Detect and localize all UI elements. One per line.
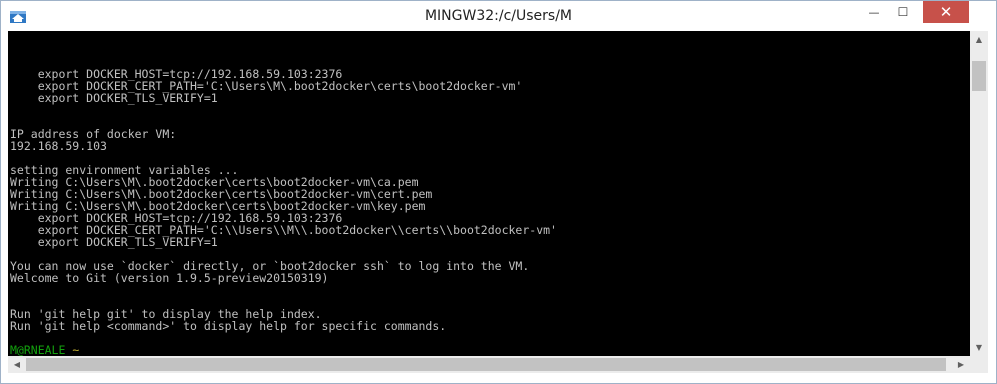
horizontal-scroll-thumb[interactable] xyxy=(26,358,946,371)
maximize-button[interactable]: ☐ xyxy=(889,1,917,23)
scroll-right-icon[interactable]: ▶ xyxy=(952,356,970,373)
scroll-down-icon[interactable]: ▼ xyxy=(970,339,988,356)
scrollbar-corner xyxy=(970,356,988,373)
terminal-output[interactable]: export DOCKER_HOST=tcp://192.168.59.103:… xyxy=(8,31,970,356)
minimize-button[interactable]: — xyxy=(859,1,889,23)
scroll-up-icon[interactable]: ▲ xyxy=(970,31,988,48)
prompt-user: M@RNEALE xyxy=(10,343,66,356)
terminal-line: Run 'git help <command>' to display help… xyxy=(10,319,447,333)
minimize-icon: — xyxy=(868,5,880,19)
vertical-scroll-thumb[interactable] xyxy=(972,61,986,91)
maximize-icon: ☐ xyxy=(897,5,909,19)
terminal-line: 192.168.59.103 xyxy=(10,139,107,153)
terminal-line: export DOCKER_TLS_VERIFY=1 xyxy=(10,235,218,249)
terminal-line: export DOCKER_TLS_VERIFY=1 xyxy=(10,91,218,105)
prompt-line: M@RNEALE ~ xyxy=(10,344,557,356)
vertical-scrollbar[interactable]: ▲ ▼ xyxy=(970,31,988,356)
terminal-line: Welcome to Git (version 1.9.5-preview201… xyxy=(10,271,329,285)
horizontal-scrollbar[interactable]: ◀ ▶ xyxy=(8,356,970,373)
terminal-lines: export DOCKER_HOST=tcp://192.168.59.103:… xyxy=(10,32,557,356)
terminal-window: MINGW32:/c/Users/M — ☐ ✕ export DOCKER_H… xyxy=(0,0,997,384)
close-icon: ✕ xyxy=(939,3,953,21)
scroll-left-icon[interactable]: ◀ xyxy=(8,356,26,373)
title-bar[interactable]: MINGW32:/c/Users/M — ☐ ✕ xyxy=(1,1,996,31)
close-button[interactable]: ✕ xyxy=(923,1,969,23)
window-title: MINGW32:/c/Users/M xyxy=(424,8,573,24)
prompt-path: ~ xyxy=(72,343,80,356)
